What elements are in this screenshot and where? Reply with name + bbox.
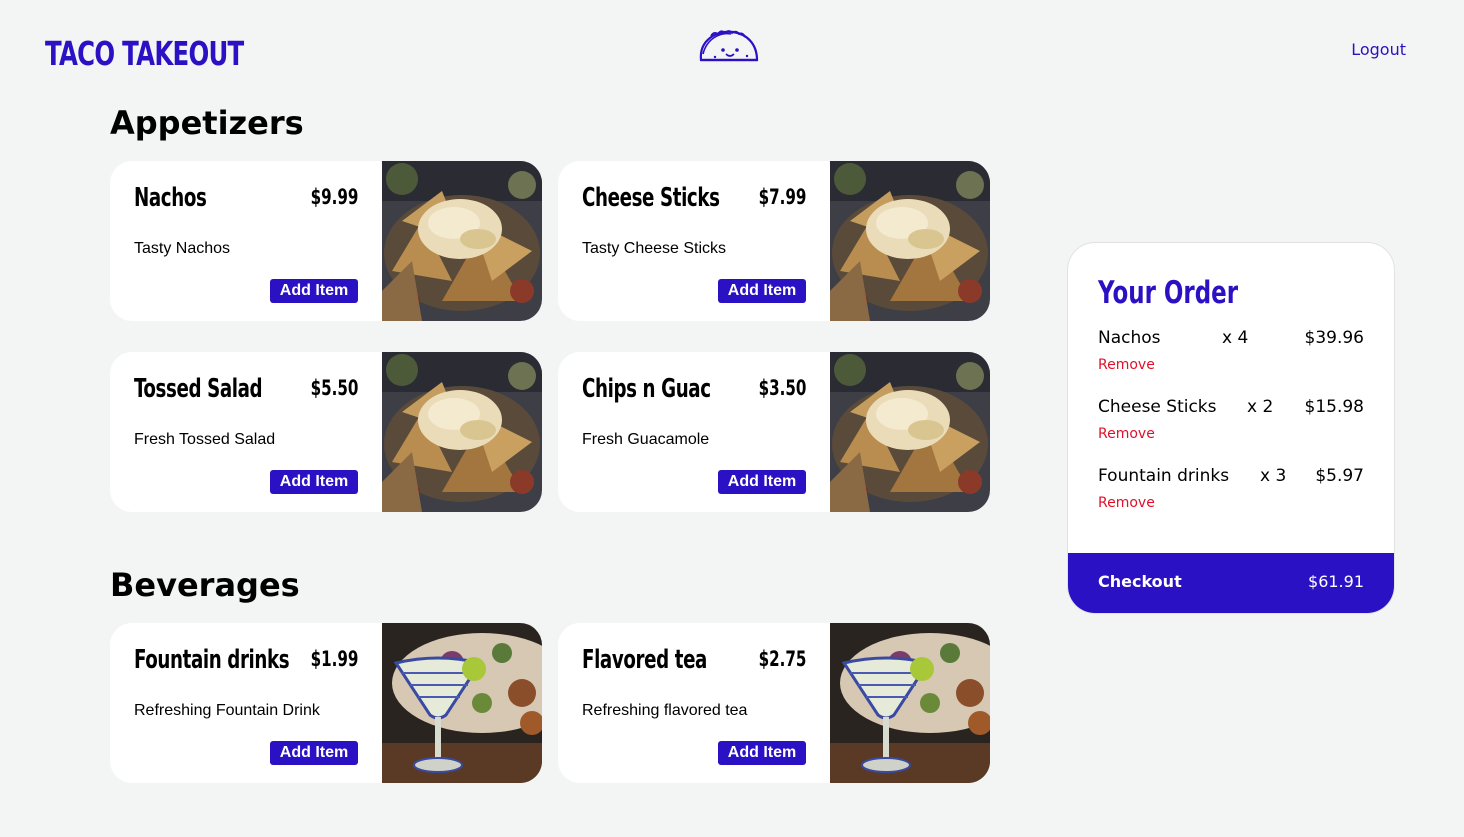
order-item-name: Cheese Sticks: [1098, 397, 1217, 417]
item-price: $2.75: [758, 647, 806, 671]
order-item-qty: x 2: [1247, 397, 1274, 417]
order-item-price: $5.97: [1315, 466, 1364, 486]
item-description: Tasty Nachos: [134, 240, 231, 257]
remove-link[interactable]: Remove: [1098, 357, 1155, 373]
menu-grid-appetizers: Nachos $9.99 Tasty Nachos Add Item Chees…: [110, 161, 990, 512]
add-item-button[interactable]: Add Item: [718, 470, 806, 494]
add-item-button[interactable]: Add Item: [270, 470, 358, 494]
order-item: Nachos x 4 $39.96 Remove: [1098, 328, 1364, 378]
item-name: Nachos: [134, 183, 207, 213]
add-item-button[interactable]: Add Item: [718, 741, 806, 765]
checkout-total: $61.91: [1308, 572, 1364, 591]
checkout-button[interactable]: Checkout $61.91: [1068, 553, 1394, 613]
order-item-price: $39.96: [1304, 328, 1364, 348]
item-name: Chips n Guac: [582, 374, 711, 404]
order-item: Cheese Sticks x 2 $15.98 Remove: [1098, 397, 1364, 447]
item-description: Refreshing Fountain Drink: [134, 702, 320, 719]
order-item-qty: x 4: [1222, 328, 1249, 348]
menu-card: Cheese Sticks $7.99 Tasty Cheese Sticks …: [558, 161, 990, 321]
menu-card: Fountain drinks $1.99 Refreshing Fountai…: [110, 623, 542, 783]
menu-card: Tossed Salad $5.50 Fresh Tossed Salad Ad…: [110, 352, 542, 512]
menu-card: Nachos $9.99 Tasty Nachos Add Item: [110, 161, 542, 321]
section-title-appetizers: Appetizers: [110, 104, 304, 142]
margarita-photo: [830, 623, 990, 783]
taco-icon: [699, 30, 759, 62]
item-name: Flavored tea: [582, 645, 707, 675]
order-title: Your Order: [1098, 275, 1239, 311]
item-description: Fresh Guacamole: [582, 431, 710, 448]
item-name: Fountain drinks: [134, 645, 290, 675]
checkout-label: Checkout: [1098, 572, 1182, 591]
item-name: Cheese Sticks: [582, 183, 720, 213]
margarita-photo: [382, 623, 542, 783]
remove-link[interactable]: Remove: [1098, 426, 1155, 442]
item-description: Tasty Cheese Sticks: [582, 240, 727, 257]
item-description: Fresh Tossed Salad: [134, 431, 276, 448]
logout-link[interactable]: Logout: [1351, 40, 1406, 59]
item-price: $9.99: [310, 185, 358, 209]
section-title-beverages: Beverages: [110, 566, 300, 604]
nachos-photo: [830, 161, 990, 321]
menu-grid-beverages: Fountain drinks $1.99 Refreshing Fountai…: [110, 623, 990, 783]
brand-logo-text[interactable]: TACO TAKEOUT: [45, 34, 244, 73]
add-item-button[interactable]: Add Item: [270, 741, 358, 765]
nachos-photo: [830, 352, 990, 512]
order-item: Fountain drinks x 3 $5.97 Remove: [1098, 466, 1364, 516]
order-item-qty: x 3: [1260, 466, 1287, 486]
item-price: $5.50: [310, 376, 358, 400]
order-panel: Your Order Nachos x 4 $39.96 Remove Chee…: [1067, 242, 1395, 614]
order-item-name: Nachos: [1098, 328, 1161, 348]
add-item-button[interactable]: Add Item: [270, 279, 358, 303]
menu-card: Chips n Guac $3.50 Fresh Guacamole Add I…: [558, 352, 990, 512]
item-price: $7.99: [758, 185, 806, 209]
item-description: Refreshing flavored tea: [582, 702, 748, 719]
item-price: $1.99: [310, 647, 358, 671]
item-name: Tossed Salad: [134, 374, 263, 404]
order-item-price: $15.98: [1304, 397, 1364, 417]
order-item-name: Fountain drinks: [1098, 466, 1230, 486]
item-price: $3.50: [758, 376, 806, 400]
nachos-photo: [382, 352, 542, 512]
remove-link[interactable]: Remove: [1098, 495, 1155, 511]
add-item-button[interactable]: Add Item: [718, 279, 806, 303]
menu-card: Flavored tea $2.75 Refreshing flavored t…: [558, 623, 990, 783]
nachos-photo: [382, 161, 542, 321]
